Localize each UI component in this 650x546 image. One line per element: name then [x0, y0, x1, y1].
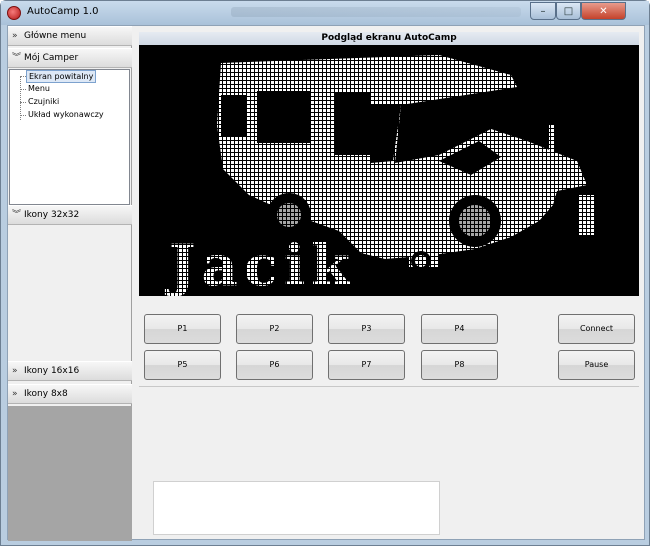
- p2-button[interactable]: P2: [236, 314, 313, 344]
- section-label: Mój Camper: [24, 53, 79, 63]
- title-bar[interactable]: AutoCamp 1.0 – □ ✕: [1, 1, 649, 25]
- background-window-ghost: [231, 7, 521, 17]
- p4-button[interactable]: P4: [421, 314, 498, 344]
- section-label: Ikony 16x16: [24, 366, 80, 376]
- preview-title: Podgląd ekranu AutoCamp: [139, 32, 639, 45]
- section-label: Ikony 32x32: [24, 210, 80, 220]
- toolbox-panel: » Główne menu ︾ Mój Camper Ekran powitalny…: [8, 26, 132, 541]
- tree-item-uklad-wykonawczy[interactable]: Układ wykonawczy: [28, 109, 104, 120]
- tree-item-czujniki[interactable]: Czujniki: [28, 96, 59, 107]
- double-chevron-right-icon: »: [12, 366, 18, 376]
- p7-button[interactable]: P7: [328, 350, 405, 380]
- tree-connector: [20, 76, 21, 120]
- window-title: AutoCamp 1.0: [27, 6, 99, 17]
- double-chevron-down-icon: ︾: [12, 53, 22, 63]
- section-ikony-32[interactable]: ︾ Ikony 32x32: [8, 205, 132, 225]
- p6-button[interactable]: P6: [236, 350, 313, 380]
- p3-button[interactable]: P3: [328, 314, 405, 344]
- minimize-button[interactable]: –: [530, 2, 556, 20]
- lcd-screen-preview[interactable]: Jacik: [139, 45, 639, 299]
- screen-caption: Jacik: [164, 233, 356, 296]
- text-area[interactable]: [153, 481, 440, 535]
- section-ikony-8[interactable]: » Ikony 8x8: [8, 384, 132, 404]
- close-button[interactable]: ✕: [581, 2, 626, 20]
- main-panel: Podgląd ekranu AutoCamp Jacik P1 P2 P3 P…: [133, 26, 644, 541]
- camper-van-image: Jacik: [164, 55, 595, 299]
- client-area: » Główne menu ︾ Mój Camper Ekran powitalny…: [7, 25, 645, 541]
- p8-button[interactable]: P8: [421, 350, 498, 380]
- section-label: Główne menu: [24, 31, 87, 41]
- tree-connector: [20, 115, 26, 116]
- section-label: Ikony 8x8: [24, 389, 68, 399]
- pause-button[interactable]: Pause: [558, 350, 635, 380]
- double-chevron-down-icon: ︾: [12, 210, 22, 220]
- app-logo-icon: [7, 6, 21, 20]
- p5-button[interactable]: P5: [144, 350, 221, 380]
- double-chevron-right-icon: »: [12, 31, 18, 41]
- tree-connector: [20, 89, 26, 90]
- tree-connector: [20, 102, 26, 103]
- maximize-button[interactable]: □: [556, 2, 581, 20]
- camper-tree: Ekran powitalny Menu Czujniki Układ wyko…: [9, 69, 130, 205]
- toolbox-empty-area: [8, 406, 132, 541]
- app-window: AutoCamp 1.0 – □ ✕ » Główne menu ︾ Mój Cam…: [0, 0, 650, 546]
- section-moj-camper[interactable]: ︾ Mój Camper: [8, 48, 132, 68]
- double-chevron-right-icon: »: [12, 389, 18, 399]
- section-ikony-16[interactable]: » Ikony 16x16: [8, 361, 132, 381]
- divider: [139, 386, 639, 387]
- p1-button[interactable]: P1: [144, 314, 221, 344]
- section-glowne-menu[interactable]: » Główne menu: [8, 26, 132, 46]
- connect-button[interactable]: Connect: [558, 314, 635, 344]
- tree-item-menu[interactable]: Menu: [28, 83, 50, 94]
- tree-item-ekran-powitalny[interactable]: Ekran powitalny: [26, 70, 97, 83]
